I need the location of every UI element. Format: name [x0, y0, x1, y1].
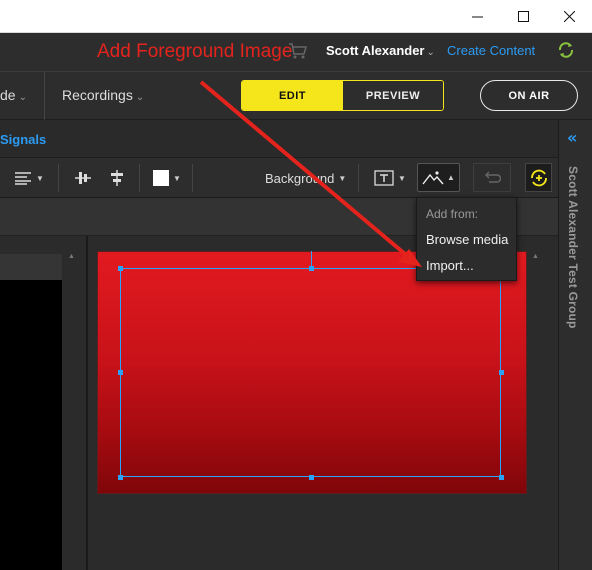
chevron-down-icon: ⌄: [426, 47, 435, 58]
resize-handle[interactable]: [309, 475, 314, 480]
resize-handle[interactable]: [118, 475, 123, 480]
divider: [58, 164, 59, 192]
caret-down-icon: ▼: [173, 173, 181, 183]
caret-down-icon: ▼: [398, 173, 406, 183]
background-label: Background: [265, 170, 335, 186]
scroll-up-icon[interactable]: ▲: [532, 253, 539, 260]
recordings-menu[interactable]: Recordings ⌄: [62, 87, 144, 103]
preview-button[interactable]: PREVIEW: [343, 81, 443, 110]
chevron-down-icon: ⌄: [135, 92, 145, 103]
panel-header: [0, 254, 62, 280]
annotation-text: Add Foreground Image: [97, 41, 293, 62]
window-title-bar: [0, 0, 592, 33]
import-item[interactable]: Import...: [426, 258, 474, 273]
add-image-dropdown: Add from: Browse media Import...: [416, 197, 517, 281]
signals-tab[interactable]: Signals: [0, 132, 46, 147]
undo-icon: [485, 171, 501, 183]
preview-thumbnail[interactable]: [0, 280, 62, 570]
color-swatch: [153, 170, 169, 186]
right-side-panel: « Scott Alexander Test Group: [558, 120, 592, 570]
browse-media-item[interactable]: Browse media: [426, 232, 508, 247]
edit-preview-toggle: EDIT PREVIEW: [241, 80, 444, 111]
selection-box[interactable]: [120, 268, 501, 477]
caret-up-icon: ▲: [447, 173, 455, 182]
divider: [192, 164, 193, 192]
app-header: Add Foreground Image Scott Alexander ⌄ Cr…: [0, 33, 592, 71]
align-horizontal-center-button[interactable]: [108, 158, 126, 198]
chevron-double-left-icon[interactable]: «: [567, 128, 577, 147]
align-left-icon: [15, 172, 31, 185]
dropdown-header: Add from:: [426, 207, 479, 221]
resize-handle[interactable]: [499, 475, 504, 480]
mode-menu[interactable]: de ⌄: [0, 87, 27, 103]
resize-handle[interactable]: [118, 266, 123, 271]
nav-bar: de ⌄ Recordings ⌄ EDIT PREVIEW ON AIR: [0, 71, 592, 120]
left-panel: [0, 236, 87, 570]
refresh-timer-icon: [530, 169, 547, 186]
user-name: Scott Alexander: [326, 43, 425, 58]
signals-bar: Signals: [0, 120, 558, 158]
align-vertical-center-icon: [75, 172, 91, 184]
mode-label: de: [0, 87, 16, 103]
user-menu[interactable]: Scott Alexander ⌄: [326, 43, 435, 58]
chevron-down-icon: ⌄: [18, 92, 27, 103]
text-tool-menu[interactable]: ▼: [374, 158, 406, 198]
align-menu[interactable]: ▼: [14, 158, 44, 198]
caret-down-icon: ▼: [338, 173, 347, 183]
resize-handle[interactable]: [118, 370, 123, 375]
edit-button[interactable]: EDIT: [242, 81, 343, 110]
resize-handle[interactable]: [309, 266, 314, 271]
group-label[interactable]: Scott Alexander Test Group: [566, 166, 580, 329]
divider: [358, 164, 359, 192]
image-icon: [422, 170, 444, 184]
divider: [44, 72, 45, 120]
align-horizontal-center-icon: [111, 170, 123, 186]
create-content-link[interactable]: Create Content: [447, 43, 535, 58]
maximize-icon[interactable]: [500, 0, 546, 33]
resize-handle[interactable]: [499, 370, 504, 375]
undo-button[interactable]: [473, 163, 511, 192]
scroll-up-icon[interactable]: ▲: [68, 253, 75, 260]
background-menu[interactable]: Background ▼: [265, 158, 346, 198]
divider: [139, 164, 140, 192]
color-picker[interactable]: ▼: [153, 158, 181, 198]
spot-button[interactable]: [525, 163, 552, 192]
caret-down-icon: ▼: [36, 173, 44, 183]
add-image-button[interactable]: ▲: [417, 163, 460, 192]
recordings-label: Recordings: [62, 87, 133, 103]
minimize-icon[interactable]: [454, 0, 500, 33]
close-icon[interactable]: [546, 0, 592, 33]
text-box-icon: [374, 170, 394, 186]
cart-icon[interactable]: [288, 42, 308, 60]
align-vertical-center-button[interactable]: [74, 158, 92, 198]
editor-toolbar: ▼ ▼ Background ▼ ▼ ▲: [0, 158, 558, 198]
on-air-button[interactable]: ON AIR: [480, 80, 578, 111]
sync-icon[interactable]: [556, 40, 576, 60]
